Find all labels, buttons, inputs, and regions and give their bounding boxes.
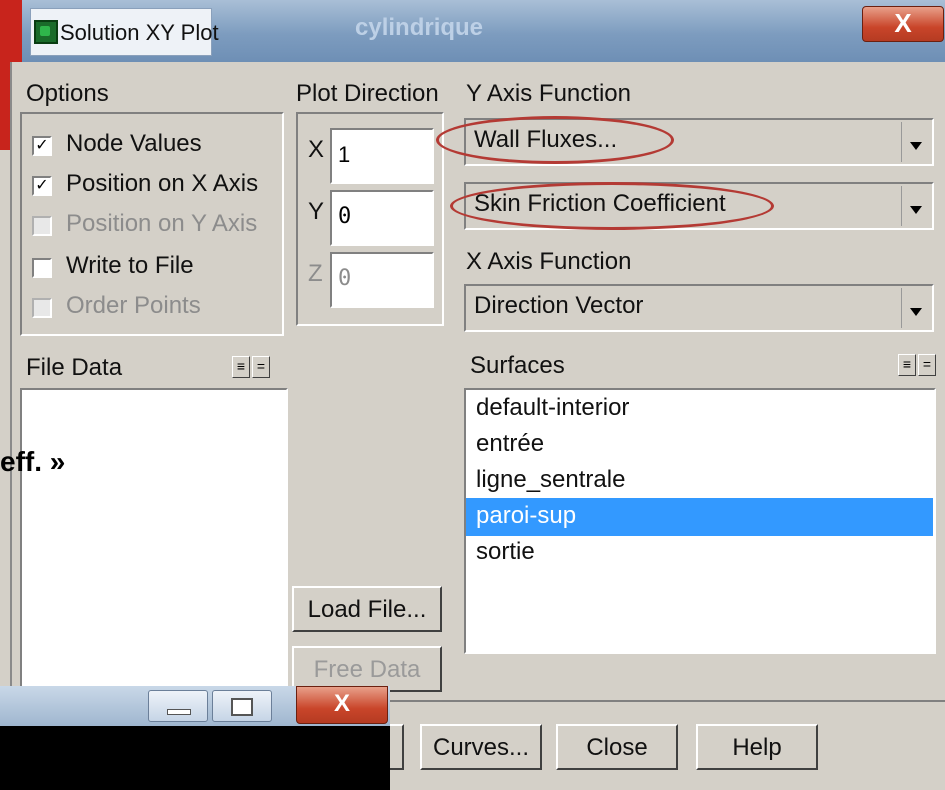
overlay-close-button[interactable]: X bbox=[296, 686, 388, 724]
list-item[interactable]: entrée bbox=[476, 430, 544, 458]
write-to-file-checkbox[interactable] bbox=[32, 258, 52, 278]
close-window-button[interactable]: X bbox=[862, 6, 944, 42]
curves-button[interactable]: Curves... bbox=[420, 724, 542, 770]
chevron-down-icon bbox=[901, 288, 930, 328]
minimize-icon bbox=[167, 709, 191, 715]
maximize-icon bbox=[231, 698, 253, 716]
write-to-file-label: Write to File bbox=[66, 252, 194, 279]
list-item[interactable]: default-interior bbox=[476, 394, 629, 422]
node-values-checkbox[interactable]: ✓ bbox=[32, 136, 52, 156]
annotation-oval-skin-friction bbox=[450, 182, 774, 230]
file-data-list[interactable] bbox=[20, 388, 288, 692]
minimize-button[interactable] bbox=[148, 690, 208, 722]
y-label: Y bbox=[308, 198, 325, 225]
list-item[interactable]: ligne_sentrale bbox=[476, 466, 625, 494]
x-label: X bbox=[308, 136, 325, 163]
z-direction-value: 0 bbox=[338, 266, 352, 291]
help-button[interactable]: Help bbox=[696, 724, 818, 770]
file-data-select-all-button[interactable]: ≡ bbox=[232, 356, 250, 378]
close-button[interactable]: Close bbox=[556, 724, 678, 770]
maximize-button[interactable] bbox=[212, 690, 272, 722]
z-direction-input[interactable]: 0 bbox=[330, 252, 434, 308]
surfaces-deselect-button[interactable]: = bbox=[918, 354, 936, 376]
surfaces-select-all-button[interactable]: ≡ bbox=[898, 354, 916, 376]
list-item[interactable]: sortie bbox=[476, 538, 535, 566]
position-y-axis-label: Position on Y Axis bbox=[66, 210, 258, 237]
overlay-content bbox=[0, 726, 390, 790]
position-y-axis-checkbox[interactable] bbox=[32, 216, 52, 236]
x-axis-function-dropdown[interactable]: Direction Vector bbox=[464, 284, 934, 332]
load-file-button[interactable]: Load File... bbox=[292, 586, 442, 632]
order-points-label: Order Points bbox=[66, 292, 201, 319]
background-slide-text: eff. » bbox=[0, 446, 66, 477]
background-window-title: cylindrique bbox=[355, 14, 484, 41]
list-item-selected[interactable]: paroi-sup bbox=[476, 502, 576, 530]
file-data-heading: File Data bbox=[26, 354, 123, 381]
window-title: Solution XY Plot bbox=[60, 20, 219, 45]
x-direction-value: 1 bbox=[338, 142, 351, 167]
x-axis-function-value: Direction Vector bbox=[474, 292, 644, 319]
app-icon bbox=[34, 20, 58, 44]
node-values-label: Node Values bbox=[66, 130, 202, 157]
surfaces-heading: Surfaces bbox=[470, 352, 565, 379]
order-points-checkbox[interactable] bbox=[32, 298, 52, 318]
position-x-axis-label: Position on X Axis bbox=[66, 170, 259, 197]
surfaces-items: default-interior entrée ligne_sentrale p… bbox=[470, 394, 930, 650]
chevron-down-icon bbox=[901, 122, 930, 162]
y-axis-function-heading: Y Axis Function bbox=[466, 80, 631, 107]
chevron-down-icon bbox=[901, 186, 930, 226]
options-heading: Options bbox=[26, 80, 109, 107]
position-x-axis-checkbox[interactable]: ✓ bbox=[32, 176, 52, 196]
x-direction-input[interactable]: 1 bbox=[330, 128, 434, 184]
z-label: Z bbox=[308, 260, 323, 287]
y-direction-input[interactable]: 0 bbox=[330, 190, 434, 246]
x-axis-function-heading: X Axis Function bbox=[466, 248, 632, 275]
overlay-window: X bbox=[0, 686, 390, 790]
annotation-oval-wall-fluxes bbox=[436, 116, 674, 164]
y-direction-value: 0 bbox=[338, 204, 352, 229]
file-data-deselect-button[interactable]: = bbox=[252, 356, 270, 378]
plot-direction-heading: Plot Direction bbox=[296, 80, 439, 107]
